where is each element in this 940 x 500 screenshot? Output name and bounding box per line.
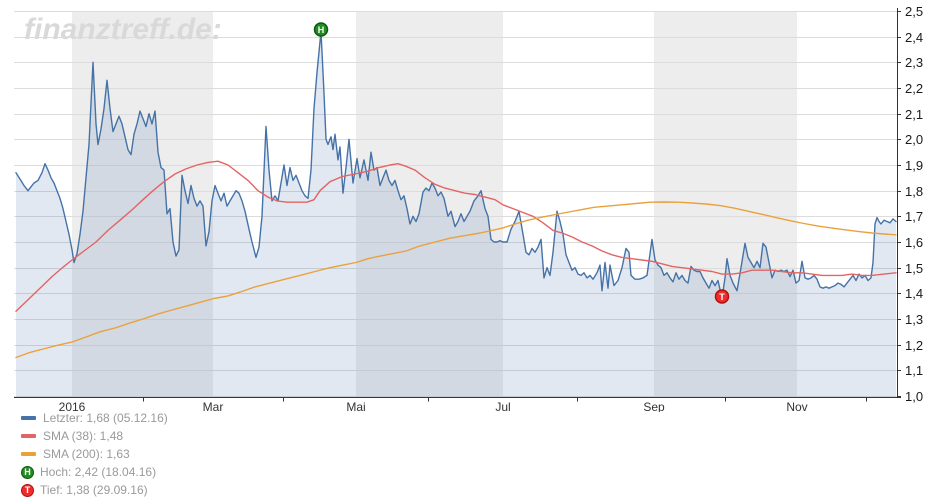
chart-legend: Letzter: 1,68 (05.12.16) SMA (38): 1,48 … xyxy=(21,411,168,497)
svg-text:T: T xyxy=(719,292,725,302)
y-axis-label: 2,3 xyxy=(905,55,923,70)
y-axis-label: 1,4 xyxy=(905,286,923,301)
y-axis-label: 1,5 xyxy=(905,261,923,276)
y-axis-label: 1,6 xyxy=(905,235,923,250)
y-axis-label: 1,3 xyxy=(905,312,923,327)
legend-label-tief: Tief: 1,38 (29.09.16) xyxy=(40,483,148,497)
legend-item-tief: T Tief: 1,38 (29.09.16) xyxy=(21,483,168,497)
legend-item-letzter: Letzter: 1,68 (05.12.16) xyxy=(21,411,168,425)
y-axis-label: 1,7 xyxy=(905,209,923,224)
hoch-marker-icon: H xyxy=(21,466,34,479)
x-axis-label: Sep xyxy=(643,400,665,412)
sma200-line-swatch xyxy=(21,452,36,456)
y-axis-label: 2,4 xyxy=(905,30,923,45)
y-axis-label: 2,1 xyxy=(905,107,923,122)
legend-label-hoch: Hoch: 2,42 (18.04.16) xyxy=(40,465,156,479)
stock-chart-panel: finanztreff.de: 1,01,11,21,31,41,51,61,7… xyxy=(0,0,940,500)
y-axis-label: 1,0 xyxy=(905,389,923,404)
letzter-line-swatch xyxy=(21,416,36,420)
y-axis-label: 1,1 xyxy=(905,363,923,378)
x-axis-label: Mai xyxy=(346,400,365,412)
y-axis-label: 2,0 xyxy=(905,132,923,147)
svg-text:H: H xyxy=(318,25,325,35)
x-axis-label: Nov xyxy=(786,400,807,412)
y-axis-label: 2,5 xyxy=(905,4,923,19)
x-axis-label: Jul xyxy=(495,400,510,412)
high-marker: H xyxy=(315,23,328,36)
legend-item-sma200: SMA (200): 1,63 xyxy=(21,447,168,461)
y-axis-label: 1,9 xyxy=(905,158,923,173)
legend-item-hoch: H Hoch: 2,42 (18.04.16) xyxy=(21,465,168,479)
y-axis-label: 1,2 xyxy=(905,338,923,353)
tief-marker-icon: T xyxy=(21,484,34,497)
low-marker: T xyxy=(716,290,729,303)
sma38-line-swatch xyxy=(21,434,36,438)
price-chart[interactable]: 1,0 1,1 1,2 1,3 1,4 1,5 1,6 1,7 1,8 1,9 2,0 2,1 2,2 2… xyxy=(0,0,940,412)
legend-label-letzter: Letzter: 1,68 (05.12.16) xyxy=(43,411,168,425)
x-axis-label: Mar xyxy=(203,400,224,412)
y-axis-label: 1,8 xyxy=(905,184,923,199)
legend-label-sma200: SMA (200): 1,63 xyxy=(43,447,130,461)
y-axis-label: 2,2 xyxy=(905,81,923,96)
legend-label-sma38: SMA (38): 1,48 xyxy=(43,429,123,443)
legend-item-sma38: SMA (38): 1,48 xyxy=(21,429,168,443)
